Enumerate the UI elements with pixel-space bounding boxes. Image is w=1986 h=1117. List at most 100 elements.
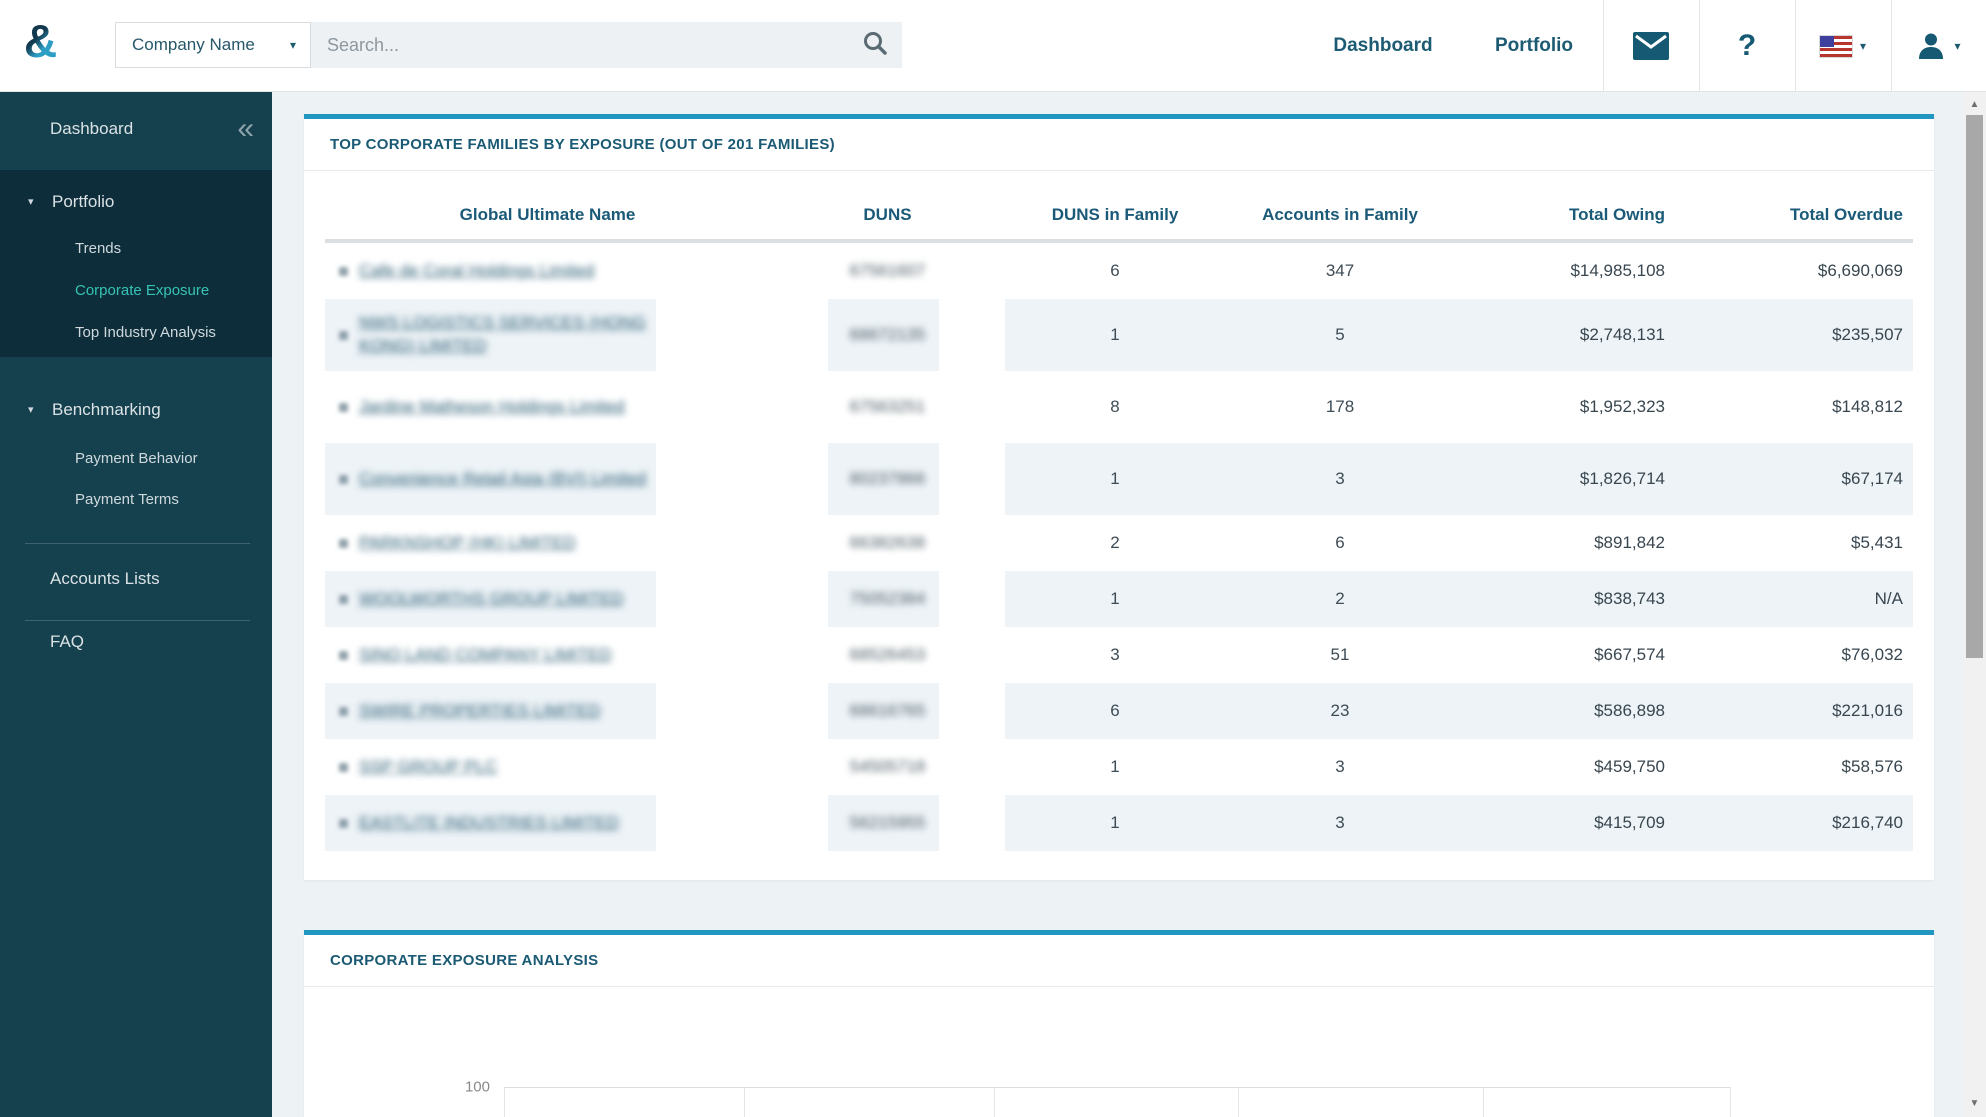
row-marker-icon xyxy=(339,331,348,340)
gridline-vertical xyxy=(1483,1087,1484,1117)
duns-in-family-cell: 1 xyxy=(1110,757,1120,776)
row-marker-icon xyxy=(339,819,348,828)
nav-portfolio-link[interactable]: Portfolio xyxy=(1495,0,1573,92)
duns-in-family-cell: 1 xyxy=(1110,589,1120,608)
company-name-link[interactable]: Convenience Retail Asia (BVI) Limited xyxy=(359,468,646,491)
dnb-logo[interactable]: & xyxy=(24,14,57,68)
accounts-in-family-cell: 3 xyxy=(1335,813,1345,832)
duns-cell: 75052384 xyxy=(849,589,926,608)
search-bar xyxy=(311,22,902,68)
total-overdue-cell: $148,812 xyxy=(1832,397,1903,416)
total-overdue-cell: $221,016 xyxy=(1832,701,1903,720)
sidebar-item-payment-terms[interactable]: Payment Terms xyxy=(75,488,179,512)
exposure-table: Global Ultimate Name DUNS DUNS in Family… xyxy=(325,171,1913,851)
exposure-table-header: Global Ultimate Name DUNS DUNS in Family… xyxy=(325,171,1913,239)
total-owing-cell: $667,574 xyxy=(1594,645,1665,664)
duns-in-family-cell: 8 xyxy=(1110,397,1120,416)
company-name-cell: WOOLWORTHS GROUP LIMITED xyxy=(325,571,770,627)
mail-icon[interactable] xyxy=(1603,0,1699,92)
row-marker-icon xyxy=(339,403,348,412)
total-owing-cell: $459,750 xyxy=(1594,757,1665,776)
company-name-link[interactable]: Jardine Matheson Holdings Limited xyxy=(359,396,625,419)
table-row: SSP GROUP PLC 54505718 1 3 $459,750 $58,… xyxy=(325,739,1913,795)
accounts-in-family-cell: 3 xyxy=(1335,757,1345,776)
search-icon[interactable] xyxy=(862,30,888,61)
table-row: NWS LOGISTICS SERVICES (HONG KONG) LIMIT… xyxy=(325,299,1913,371)
total-overdue-cell: $235,507 xyxy=(1832,325,1903,344)
company-name-link[interactable]: PARKNSHOP (HK) LIMITED xyxy=(359,532,576,555)
table-row: PARKNSHOP (HK) LIMITED 66382638 2 6 $891… xyxy=(325,515,1913,571)
company-name-cell: NWS LOGISTICS SERVICES (HONG KONG) LIMIT… xyxy=(325,299,770,371)
duns-in-family-cell: 1 xyxy=(1110,325,1120,344)
corporate-exposure-analysis-card: CORPORATE EXPOSURE ANALYSIS 100 90 xyxy=(304,930,1934,1117)
vertical-scrollbar[interactable]: ▲ ▼ xyxy=(1963,92,1986,1117)
table-row: SINO LAND COMPANY LIMITED 68526453 3 51 … xyxy=(325,627,1913,683)
exposure-table-body: Cafe de Coral Holdings Limited 67561607 … xyxy=(325,243,1913,851)
language-flag-dropdown[interactable]: ▾ xyxy=(1795,0,1891,92)
duns-cell: 67561607 xyxy=(849,261,926,280)
total-owing-cell: $1,952,323 xyxy=(1579,397,1665,416)
exposure-chart: 100 90 xyxy=(304,987,1934,1117)
sidebar-item-corporate-exposure[interactable]: Corporate Exposure xyxy=(75,279,209,303)
sidebar-divider xyxy=(25,543,250,544)
duns-in-family-cell: 6 xyxy=(1110,261,1120,280)
sidebar-item-payment-behavior[interactable]: Payment Behavior xyxy=(75,447,198,471)
duns-cell: 68526453 xyxy=(849,645,926,664)
chevron-down-icon: ▾ xyxy=(28,196,34,208)
duns-cell: 67563251 xyxy=(849,397,926,416)
sidebar-item-accounts-lists[interactable]: Accounts Lists xyxy=(50,567,160,591)
company-name-link[interactable]: SINO LAND COMPANY LIMITED xyxy=(359,644,612,667)
company-name-cell: SINO LAND COMPANY LIMITED xyxy=(325,627,770,683)
company-name-link[interactable]: Cafe de Coral Holdings Limited xyxy=(359,260,594,283)
total-owing-cell: $586,898 xyxy=(1594,701,1665,720)
duns-cell: 68616765 xyxy=(849,701,926,720)
table-row: Convenience Retail Asia (BVI) Limited 80… xyxy=(325,443,1913,515)
sidebar-item-trends[interactable]: Trends xyxy=(75,237,121,261)
company-name-link[interactable]: WOOLWORTHS GROUP LIMITED xyxy=(359,588,623,611)
chevron-down-icon: ▾ xyxy=(28,404,34,416)
help-icon[interactable]: ? xyxy=(1699,0,1795,92)
company-name-dropdown[interactable]: Company Name ▾ xyxy=(115,22,311,68)
row-marker-icon xyxy=(339,651,348,660)
sidebar-item-portfolio[interactable]: Portfolio xyxy=(52,190,114,214)
gridline-vertical xyxy=(994,1087,995,1117)
company-name-link[interactable]: NWS LOGISTICS SERVICES (HONG KONG) LIMIT… xyxy=(359,312,659,358)
duns-cell: 68672135 xyxy=(849,325,926,344)
exposure-card-title: TOP CORPORATE FAMILIES BY EXPOSURE (OUT … xyxy=(330,136,835,153)
company-name-cell: SWIRE PROPERTIES LIMITED xyxy=(325,683,770,739)
sidebar: Dashboard « ▾ Portfolio Trends Corporate… xyxy=(0,92,272,1117)
scrollbar-thumb[interactable] xyxy=(1966,115,1983,658)
table-row: SWIRE PROPERTIES LIMITED 68616765 6 23 $… xyxy=(325,683,1913,739)
col-duns-in-family: DUNS in Family xyxy=(1051,205,1179,224)
sidebar-item-faq[interactable]: FAQ xyxy=(50,630,84,654)
duns-cell: 54505718 xyxy=(849,757,926,776)
accounts-in-family-cell: 2 xyxy=(1335,589,1345,608)
sidebar-divider xyxy=(25,620,250,621)
scroll-down-arrow-icon[interactable]: ▼ xyxy=(1963,1098,1986,1109)
row-marker-icon xyxy=(339,595,348,604)
duns-in-family-cell: 2 xyxy=(1110,533,1120,552)
sidebar-collapse-icon[interactable]: « xyxy=(237,114,254,144)
row-marker-icon xyxy=(339,267,348,276)
chevron-down-icon: ▾ xyxy=(1859,39,1867,53)
col-total-overdue: Total Overdue xyxy=(1789,205,1903,224)
search-input[interactable] xyxy=(311,34,854,56)
company-name-link[interactable]: EASTLITE INDUSTRIES LIMITED xyxy=(359,812,619,835)
user-icon xyxy=(1919,33,1944,59)
company-name-link[interactable]: SSP GROUP PLC xyxy=(359,756,497,779)
scroll-up-arrow-icon[interactable]: ▲ xyxy=(1963,99,1986,110)
y-axis-tick-100: 100 xyxy=(464,1078,490,1096)
sidebar-item-benchmarking[interactable]: Benchmarking xyxy=(52,398,161,422)
company-dropdown-label: Company Name xyxy=(132,35,255,54)
user-menu[interactable]: ▾ xyxy=(1891,0,1986,92)
duns-in-family-cell: 6 xyxy=(1110,701,1120,720)
nav-dashboard-link[interactable]: Dashboard xyxy=(1333,0,1432,92)
duns-in-family-cell: 3 xyxy=(1110,645,1120,664)
sidebar-item-top-industry-analysis[interactable]: Top Industry Analysis xyxy=(75,321,216,345)
company-name-link[interactable]: SWIRE PROPERTIES LIMITED xyxy=(359,700,601,723)
sidebar-item-dashboard[interactable]: Dashboard xyxy=(50,117,133,141)
gridline-vertical xyxy=(1238,1087,1239,1117)
total-owing-cell: $1,826,714 xyxy=(1579,469,1665,488)
gridline-vertical xyxy=(504,1087,505,1117)
company-name-cell: Jardine Matheson Holdings Limited xyxy=(325,371,770,443)
